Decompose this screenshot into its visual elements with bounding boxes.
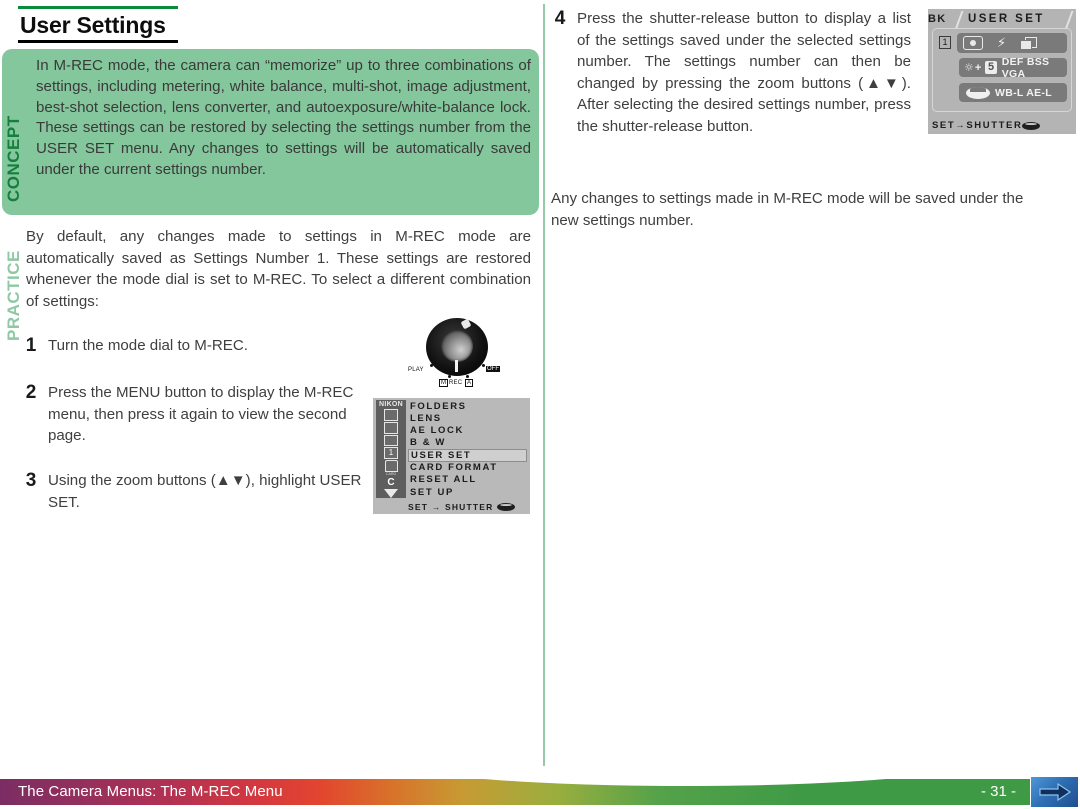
multi-shot-front <box>1020 39 1033 50</box>
footer-breadcrumb: The Camera Menus: The M-REC Menu <box>18 783 283 800</box>
menu-item-ae-lock[interactable]: AE LOCK <box>408 425 527 437</box>
concept-callout: In M-REC mode, the camera can “memorize”… <box>2 49 539 215</box>
step-text: Press the MENU button to display the M-R… <box>48 384 354 444</box>
mrec-menu-icon-column: NIKON 1 CARD C <box>376 400 406 498</box>
card-icon <box>384 460 398 472</box>
brightness-icon: ☼ <box>964 61 974 74</box>
page-square-icon-2 <box>384 421 398 434</box>
user-set-settings-number: 1 <box>939 36 951 49</box>
menu-item-lens[interactable]: LENS <box>408 413 527 425</box>
step-number: 1 <box>25 335 37 356</box>
manual-page: User Settings In M-REC mode, the camera … <box>0 0 1080 809</box>
user-set-row-1: ⚡ <box>957 33 1067 53</box>
settings-number-icon: 1 <box>384 447 398 460</box>
mode-dial-label-a: A <box>465 379 474 387</box>
mrec-menu-item-list: FOLDERS LENS AE LOCK B & W USER SET CARD… <box>408 401 527 499</box>
multi-shot-icon <box>1020 36 1038 50</box>
tab-label-bk[interactable]: BK <box>928 13 947 25</box>
user-set-row-2-text: DEF BSS VGA <box>1001 55 1050 80</box>
practice-step-2: 2 Press the MENU button to display the M… <box>22 382 362 447</box>
step-text: Press the shutter-release button to disp… <box>577 10 911 135</box>
menu-item-folders[interactable]: FOLDERS <box>408 401 527 413</box>
lens-converter-icon <box>966 86 990 99</box>
menu-item-bw[interactable]: B & W <box>408 437 527 449</box>
step-number: 2 <box>25 382 37 403</box>
user-set-panel: 1 ⚡ ☼ + 5 DEF BSS VGA WB-L AE-L <box>932 28 1072 112</box>
concept-sidebar-label: CONCEPT <box>4 115 23 202</box>
user-set-footer-label: SET→SHUTTER <box>932 120 1023 131</box>
step-text: Turn the mode dial to M-REC. <box>48 337 248 354</box>
mode-dial-illustration: PLAY OFF M REC A <box>408 318 508 390</box>
next-page-button[interactable] <box>1031 777 1078 807</box>
bw-icon: 5 <box>985 61 997 74</box>
mode-dial-label-play: PLAY <box>408 367 424 373</box>
mode-dial-dot-play <box>430 364 433 367</box>
right-column: 4 Press the shutter-release button to di… <box>548 0 1080 766</box>
mode-dial-dot-mrec <box>448 375 451 378</box>
menu-item-set-up[interactable]: SET UP <box>408 487 527 499</box>
column-divider <box>543 4 545 766</box>
page-title: User Settings <box>20 12 166 38</box>
user-set-title: USER SET <box>968 13 1045 25</box>
menu-item-card-format[interactable]: CARD FORMAT <box>408 462 527 474</box>
step-text: Using the zoom buttons (▲▼), highlight U… <box>48 472 362 511</box>
right-arrow-icon <box>1038 782 1071 802</box>
menu-item-reset-all[interactable]: RESET ALL <box>408 474 527 486</box>
mode-dial-center <box>441 330 473 362</box>
nikon-logo: NIKON <box>378 401 404 408</box>
title-rule-bottom <box>18 40 178 43</box>
chevron-down-icon <box>384 489 398 498</box>
practice-step-1: 1 Turn the mode dial to M-REC. <box>22 335 362 357</box>
mode-dial-label-rec: REC <box>449 380 463 386</box>
mrec-menu-lcd-inner: NIKON 1 CARD C FOLDERS LENS AE LOCK B & … <box>375 400 528 512</box>
left-column: User Settings In M-REC mode, the camera … <box>0 0 543 766</box>
shutter-button-icon <box>496 503 515 511</box>
page-title-block: User Settings <box>18 6 178 43</box>
menu-item-user-set[interactable]: USER SET <box>408 449 527 463</box>
card-icon-label: CARD <box>385 472 397 476</box>
user-set-row-2: ☼ + 5 DEF BSS VGA <box>959 55 1067 80</box>
user-set-lcd: BK USER SET 1 ⚡ ☼ + 5 DEF BSS VGA WB-L A… <box>928 9 1076 134</box>
mrec-menu-lcd: NIKON 1 CARD C FOLDERS LENS AE LOCK B & … <box>373 398 530 514</box>
user-set-row-3: WB-L AE-L <box>959 83 1067 102</box>
plus-icon: + <box>974 61 982 74</box>
mrec-menu-footer: SET → SHUTTER <box>408 502 515 512</box>
step-number: 4 <box>554 8 566 29</box>
page-square-icon-3 <box>384 434 398 447</box>
practice-step-3: 3 Using the zoom buttons (▲▼), highlight… <box>22 470 370 513</box>
concept-body: In M-REC mode, the camera can “memorize”… <box>36 57 531 178</box>
mode-dial-dot-off <box>482 364 485 367</box>
flash-icon: ⚡ <box>997 35 1007 51</box>
page-number: - 31 - <box>980 783 1016 800</box>
shutter-button-icon <box>1022 121 1041 130</box>
user-set-footer: SET→SHUTTER <box>932 120 1041 131</box>
user-set-row-3-text: WB-L AE-L <box>995 86 1052 99</box>
page-footer: The Camera Menus: The M-REC Menu - 31 - <box>0 779 1030 805</box>
mode-dial-notch <box>460 318 472 330</box>
mrec-menu-footer-label: SET → SHUTTER <box>408 502 494 512</box>
practice-closing: Any changes to settings made in M-REC mo… <box>551 190 1024 229</box>
practice-step-4: 4 Press the shutter-release button to di… <box>551 8 911 137</box>
page-square-icon-1 <box>384 409 398 421</box>
mode-dial-label-off: OFF <box>486 366 500 372</box>
practice-intro: By default, any changes made to settings… <box>26 228 531 310</box>
step-number: 3 <box>25 470 37 491</box>
practice-sidebar-label: PRACTICE <box>4 250 23 341</box>
mode-dial-label-m: M <box>439 379 448 387</box>
custom-icon: C <box>387 477 395 488</box>
mode-dial-index-mark <box>455 360 458 372</box>
metering-icon <box>963 36 983 50</box>
footer-curve-decoration <box>390 779 980 786</box>
mode-dial-dot-a <box>466 375 469 378</box>
